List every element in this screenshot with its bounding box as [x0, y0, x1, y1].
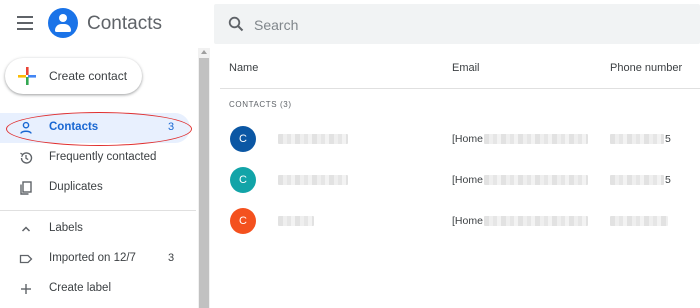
scroll-thumb[interactable]	[199, 58, 209, 308]
redacted-name	[278, 134, 348, 144]
redacted-name	[278, 175, 348, 185]
phone-suffix: 5	[665, 133, 671, 145]
column-header-name[interactable]: Name	[229, 62, 258, 74]
header-divider	[220, 88, 700, 89]
search-icon[interactable]	[228, 16, 244, 32]
avatar: C	[230, 208, 256, 234]
sidebar-item-frequently-contacted[interactable]: Frequently contacted	[0, 143, 198, 173]
table-row[interactable]: C [Home	[210, 205, 700, 239]
sidebar-item-label: Imported on 12/7	[49, 252, 136, 264]
phone-suffix: 5	[665, 174, 671, 186]
chevron-up-icon[interactable]	[19, 222, 33, 236]
plus-icon	[21, 284, 31, 294]
column-header-phone[interactable]: Phone number	[610, 62, 682, 74]
create-contact-label: Create contact	[49, 69, 128, 83]
sidebar-item-label: Create label	[49, 282, 112, 294]
scroll-up-arrow-icon[interactable]	[201, 50, 207, 54]
email-prefix: [Home	[452, 215, 483, 227]
sidebar-item-labels[interactable]: Labels	[0, 214, 198, 244]
avatar: C	[230, 167, 256, 193]
sidebar-item-label: Contacts	[49, 121, 99, 133]
contacts-logo-icon	[48, 8, 78, 38]
sidebar-item-label: Duplicates	[49, 181, 103, 193]
create-contact-button[interactable]: Create contact	[5, 58, 142, 94]
history-icon	[20, 152, 33, 164]
sidebar-item-contacts[interactable]: Contacts 3	[0, 113, 190, 143]
label-icon	[19, 254, 33, 264]
email-prefix: [Home	[452, 133, 483, 145]
redacted-email	[484, 175, 588, 185]
top-bar: Contacts	[0, 0, 700, 48]
person-icon	[20, 121, 32, 134]
main-menu-icon[interactable]	[17, 16, 33, 30]
redacted-name	[278, 216, 314, 226]
search-bar[interactable]	[214, 4, 700, 44]
redacted-phone	[610, 134, 664, 144]
sidebar-item-count: 3	[168, 252, 175, 264]
multicolor-plus-icon	[18, 67, 36, 85]
search-input[interactable]	[254, 15, 674, 35]
table-row[interactable]: C [Home 5	[210, 123, 700, 157]
contacts-list: Name Email Phone number CONTACTS (3) C […	[210, 48, 700, 308]
sidebar-item-count: 3	[168, 121, 175, 133]
avatar: C	[230, 126, 256, 152]
section-label: CONTACTS (3)	[229, 100, 292, 109]
redacted-email	[484, 134, 588, 144]
sidebar-item-label: Frequently contacted	[49, 151, 157, 163]
redacted-phone	[610, 216, 668, 226]
app-title: Contacts	[87, 13, 162, 34]
redacted-email	[484, 216, 588, 226]
sidebar-item-imported[interactable]: Imported on 12/7 3	[0, 244, 198, 274]
email-prefix: [Home	[452, 174, 483, 186]
sidebar-item-label: Labels	[49, 222, 83, 234]
sidebar-item-duplicates[interactable]: Duplicates	[0, 173, 198, 203]
sidebar-item-create-label[interactable]: Create label	[0, 274, 198, 304]
redacted-phone	[610, 175, 664, 185]
table-row[interactable]: C [Home 5	[210, 164, 700, 198]
copy-icon	[20, 181, 32, 195]
column-header-email[interactable]: Email	[452, 62, 480, 74]
sidebar-divider	[0, 210, 196, 211]
sidebar-scrollbar[interactable]	[198, 48, 210, 308]
sidebar: Create contact Contacts 3 Frequently con…	[0, 48, 198, 308]
